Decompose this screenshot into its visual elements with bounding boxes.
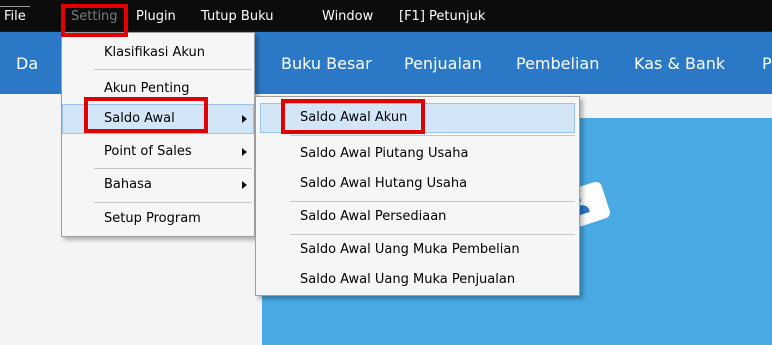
menu-item-label: Bahasa xyxy=(104,177,152,192)
menu-item-point-of-sales[interactable]: Point of Sales xyxy=(62,137,254,167)
setting-menu: Klasifikasi Akun Akun Penting Saldo Awal… xyxy=(61,32,255,237)
menu-item-setup-program[interactable]: Setup Program xyxy=(62,204,254,234)
annotation-box-saldo-awal-akun xyxy=(281,99,425,134)
menu-separator xyxy=(94,202,252,203)
nav-dashboard[interactable]: Da xyxy=(16,54,38,73)
nav-buku-besar[interactable]: Buku Besar xyxy=(281,54,372,73)
menu-item-label: Saldo Awal Piutang Usaha xyxy=(300,146,469,161)
menu-item-klasifikasi-akun[interactable]: Klasifikasi Akun xyxy=(62,38,254,68)
menu-file[interactable]: File xyxy=(4,9,26,25)
menu-item-saldo-awal-um-penjualan[interactable]: Saldo Awal Uang Muka Penjualan xyxy=(256,265,579,295)
menu-item-label: Point of Sales xyxy=(104,144,192,159)
nav-pembelian[interactable]: Pembelian xyxy=(516,54,599,73)
menu-plugin[interactable]: Plugin xyxy=(136,9,176,25)
menu-separator xyxy=(290,135,575,136)
submenu-arrow-icon xyxy=(242,115,247,123)
menu-petunjuk[interactable]: [F1] Petunjuk xyxy=(399,9,485,25)
nav-more[interactable]: P xyxy=(762,54,772,73)
menu-item-label: Setup Program xyxy=(104,211,201,226)
menu-item-saldo-awal-piutang[interactable]: Saldo Awal Piutang Usaha xyxy=(256,139,579,169)
window-edge-line xyxy=(0,6,30,7)
nav-kas-bank[interactable]: Kas & Bank xyxy=(634,54,725,73)
annotation-box-setting xyxy=(61,4,128,37)
menu-tutup-buku[interactable]: Tutup Buku xyxy=(201,9,273,25)
nav-penjualan[interactable]: Penjualan xyxy=(404,54,482,73)
menu-item-bahasa[interactable]: Bahasa xyxy=(62,170,254,200)
menu-separator xyxy=(94,168,252,169)
menu-item-label: Klasifikasi Akun xyxy=(104,45,205,60)
menu-item-saldo-awal-hutang[interactable]: Saldo Awal Hutang Usaha xyxy=(256,169,579,199)
menu-item-saldo-awal-persediaan[interactable]: Saldo Awal Persediaan xyxy=(256,202,579,232)
menu-item-saldo-awal-um-pembelian[interactable]: Saldo Awal Uang Muka Pembelian xyxy=(256,235,579,265)
menu-item-label: Saldo Awal Uang Muka Pembelian xyxy=(300,242,520,257)
annotation-box-saldo-awal xyxy=(84,97,208,133)
menu-window[interactable]: Window xyxy=(322,9,373,25)
menu-item-label: Saldo Awal Hutang Usaha xyxy=(300,176,468,191)
menu-item-label: Saldo Awal Uang Muka Penjualan xyxy=(300,272,516,287)
submenu-arrow-icon xyxy=(242,181,247,189)
menu-separator xyxy=(94,69,252,70)
submenu-arrow-icon xyxy=(242,148,247,156)
menu-item-label: Saldo Awal Persediaan xyxy=(300,209,447,224)
